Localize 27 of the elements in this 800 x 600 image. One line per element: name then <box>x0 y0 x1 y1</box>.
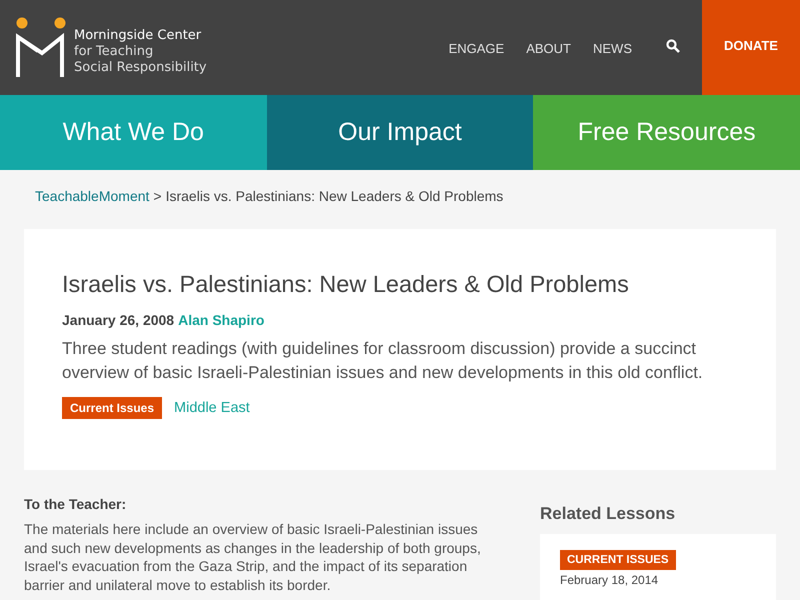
author-link[interactable]: Alan Shapiro <box>178 312 264 328</box>
logo-icon[interactable] <box>14 16 66 78</box>
section-tile[interactable]: Our Impact <box>266 95 534 170</box>
logo-text: Social Responsibility <box>74 60 207 76</box>
article-title: Israelis vs. Palestinians: New Leaders & Old Problems <box>62 271 630 298</box>
lesson-tag[interactable]: CURRENT ISSUES <box>560 550 676 570</box>
section-tile[interactable]: What We Do <box>0 95 267 170</box>
tag-link[interactable]: Middle East <box>174 400 250 416</box>
nav-link[interactable]: ABOUT <box>526 41 571 56</box>
donate-button[interactable]: DONATE <box>702 0 800 95</box>
section-heading: To the Teacher: <box>24 496 128 512</box>
search-icon[interactable] <box>666 38 680 52</box>
lesson-date: February 18, 2014 <box>560 573 660 587</box>
lesson-card[interactable]: CURRENT ISSUES February 18, 2014 <box>540 534 776 600</box>
breadcrumb-current: Israelis vs. Palestinians: New Leaders & Old Problems <box>166 188 504 206</box>
article-summary: Three student readings (with guidelines for classroom discussion) provide a succinct overview of basic Israeli-Palestinian issues and new developments in this old conflict. <box>62 338 704 384</box>
nav-link[interactable]: NEWS <box>593 41 632 56</box>
nav-link[interactable]: ENGAGE <box>448 41 504 56</box>
breadcrumb-separator: > <box>153 188 162 206</box>
section-tile[interactable]: Free Resources <box>533 95 800 170</box>
logo-text: for Teaching <box>74 44 154 60</box>
breadcrumb-link[interactable]: TeachableMoment <box>35 188 150 211</box>
teacher-paragraph: The materials here include an overview of basic Israeli-Palestinian issues and such new developments as changes in the leadership of both groups, Israel's evacuation from the Gaza Strip, and the impact of its separation barrier and unilateral move to establish its border. <box>24 520 482 594</box>
logo-text: Morningside Center <box>74 28 202 44</box>
related-heading: Related Lessons <box>540 504 676 524</box>
article-date: January 26, 2008 <box>62 312 174 328</box>
tag-badge[interactable]: Current Issues <box>62 397 162 419</box>
